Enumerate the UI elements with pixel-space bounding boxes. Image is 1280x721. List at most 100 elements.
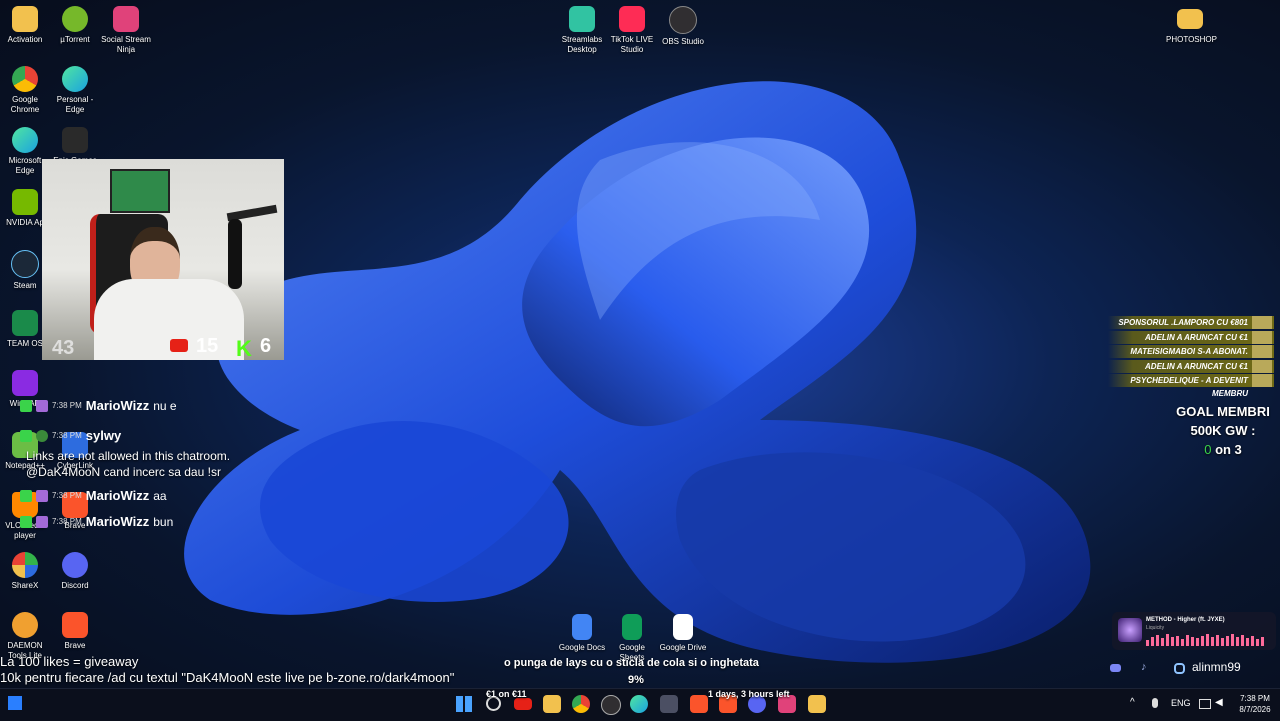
streamlabs-icon bbox=[569, 6, 595, 32]
event-text: ADELIN A ARUNCAT CU €1 bbox=[1145, 361, 1248, 371]
desktop-icon-brave-2[interactable]: Brave bbox=[50, 612, 100, 651]
team-os-icon bbox=[12, 310, 38, 336]
chat-user: MarioWizz bbox=[85, 514, 150, 529]
desktop-icon-activation[interactable]: Activation bbox=[0, 6, 50, 45]
event-item: SPONSORUL .LAMPORO CU €801 bbox=[1108, 316, 1274, 329]
chat-text: bun bbox=[153, 514, 174, 529]
goal-timer: 1 days, 3 hours left bbox=[708, 689, 790, 699]
promo-text: 10k pentru fiecare /ad cu textul "DaK4Mo… bbox=[0, 670, 455, 685]
desktop-icon-google-sheets[interactable]: Google Sheets bbox=[608, 614, 656, 663]
desktop-icon-streamlabs[interactable]: Streamlabs Desktop bbox=[558, 6, 606, 55]
photoshop-taskbar-icon[interactable] bbox=[808, 695, 826, 713]
chat-message: 7:38 PM MarioWizz aa bbox=[20, 488, 167, 503]
event-text: SPONSORUL .LAMPORO CU €801 bbox=[1118, 318, 1248, 327]
desktop-icon-social-stream-ninja[interactable]: Social Stream Ninja bbox=[100, 6, 152, 55]
nvidia-icon bbox=[12, 189, 38, 215]
app-taskbar-icon[interactable] bbox=[660, 695, 678, 713]
kick-badge-icon bbox=[20, 515, 32, 528]
steam-icon bbox=[11, 250, 39, 278]
event-thumbnail bbox=[1252, 359, 1272, 373]
chat-user: sylwy bbox=[85, 428, 122, 443]
chat-message: 7:38 PM sylwy bbox=[20, 428, 125, 443]
pinned-goal-percent: 9% bbox=[628, 674, 644, 686]
webcam-person-body bbox=[94, 279, 244, 360]
brave-icon bbox=[62, 612, 88, 638]
obs-icon bbox=[669, 6, 697, 34]
chrome-taskbar-icon[interactable] bbox=[572, 695, 590, 713]
kick-viewer-count: 6 bbox=[260, 335, 272, 357]
social-stream-ninja-icon bbox=[113, 6, 139, 32]
desktop-icon-personal-edge[interactable]: Personal - Edge bbox=[50, 66, 100, 115]
desktop-icon-sharex[interactable]: ShareX bbox=[0, 552, 50, 591]
chat-user: MarioWizz bbox=[85, 488, 150, 503]
desktop-icon-google-chrome[interactable]: Google Chrome bbox=[0, 66, 50, 115]
event-item: PSYCHEDELIQUE - A DEVENIT MEMBRU bbox=[1108, 374, 1274, 398]
desktop-icon-discord[interactable]: Discord bbox=[50, 552, 100, 591]
album-art-icon bbox=[1118, 618, 1142, 642]
viewer-count: 43 bbox=[52, 337, 75, 359]
brave-taskbar-icon[interactable] bbox=[690, 695, 708, 713]
sharex-icon bbox=[12, 552, 38, 578]
now-playing-widget: METHOD - Higher (ft. JYXE) Liquicity bbox=[1112, 612, 1276, 650]
chat-text: aa bbox=[153, 488, 167, 503]
event-item: ADELIN A ARUNCAT CU €1 bbox=[1108, 330, 1274, 344]
track-title: METHOD - Higher (ft. JYXE) bbox=[1146, 617, 1225, 623]
chrome-icon bbox=[12, 66, 38, 92]
event-thumbnail bbox=[1252, 374, 1272, 388]
folder-icon bbox=[12, 6, 38, 32]
desktop-icon-obs-studio[interactable]: OBS Studio bbox=[659, 6, 707, 47]
edge-icon bbox=[12, 127, 38, 153]
language-indicator[interactable]: ENG bbox=[1171, 698, 1191, 708]
folder-icon bbox=[1177, 9, 1203, 29]
google-drive-icon bbox=[673, 614, 693, 640]
chat-time: 7:38 PM bbox=[52, 517, 82, 526]
chat-time: 7:38 PM bbox=[52, 401, 82, 410]
chat-time: 7:38 PM bbox=[52, 491, 82, 500]
volume-icon[interactable]: ◀ bbox=[1215, 697, 1223, 708]
chat-message: 7:38 PM MarioWizz nu e bbox=[20, 398, 177, 413]
goal-current: 0 bbox=[1204, 442, 1212, 457]
start-button-windows-icon[interactable] bbox=[456, 696, 472, 712]
subscriber-badge-icon bbox=[36, 429, 48, 442]
desktop-icon-tiktok-live-studio[interactable]: TikTok LIVE Studio bbox=[608, 6, 656, 55]
event-text: ADELIN A ARUNCAT CU €1 bbox=[1145, 332, 1248, 342]
stream-events-overlay: SPONSORUL .LAMPORO CU €801 ADELIN A ARUN… bbox=[1108, 316, 1274, 398]
obs-taskbar-icon[interactable] bbox=[601, 695, 621, 715]
pinned-goal-message: o punga de lays cu o sticla de cola si o… bbox=[504, 657, 759, 669]
event-text: MATEISIGMABOI S-A ABONAT. bbox=[1130, 347, 1248, 357]
system-clock[interactable]: 7:38 PM 8/7/2026 bbox=[1232, 693, 1278, 715]
webcam-overlay: 43 15 K 6 bbox=[42, 159, 284, 360]
goal-progress: 0 on 3 bbox=[1168, 440, 1278, 459]
chat-system-message: @DaK4MooN cand incerc sa dau !sr bbox=[26, 465, 221, 479]
event-item: MATEISIGMABOI S-A ABONAT. bbox=[1108, 345, 1274, 359]
youtube-viewer-count: 15 bbox=[196, 335, 219, 357]
edge-icon bbox=[62, 66, 88, 92]
desktop-icon-google-docs[interactable]: Google Docs bbox=[558, 614, 606, 653]
audio-visualizer bbox=[1146, 634, 1264, 646]
daemon-tools-icon bbox=[12, 612, 38, 638]
discord-icon bbox=[1110, 664, 1121, 672]
clock-date: 8/7/2026 bbox=[1239, 705, 1271, 714]
google-docs-icon bbox=[572, 614, 592, 640]
winrar-icon bbox=[12, 370, 38, 396]
giveaway-text: La 100 likes = giveaway bbox=[0, 654, 139, 669]
kick-icon: K bbox=[236, 336, 252, 360]
chat-message: 7:38 PM MarioWizz bun bbox=[20, 514, 173, 529]
edge-taskbar-icon[interactable] bbox=[630, 695, 648, 713]
network-icon[interactable] bbox=[1199, 699, 1211, 709]
kick-badge-icon bbox=[20, 429, 32, 442]
desktop-icon-photoshop-folder[interactable]: PHOTOSHOP bbox=[1166, 6, 1217, 45]
tiktok-icon: ♪ bbox=[1141, 661, 1147, 673]
desktop-icon-google-drive[interactable]: Google Drive bbox=[659, 614, 707, 653]
goal-subtitle: 500K GW : bbox=[1190, 423, 1256, 438]
file-explorer-icon[interactable] bbox=[543, 695, 561, 713]
desktop-icon-utorrent[interactable]: µTorrent bbox=[50, 6, 100, 45]
instagram-icon bbox=[1174, 663, 1185, 674]
chat-time: 7:38 PM bbox=[52, 431, 82, 440]
microphone-icon[interactable] bbox=[1152, 698, 1158, 708]
youtube-taskbar-icon[interactable] bbox=[514, 698, 532, 710]
start-menu-overlay-icon[interactable] bbox=[8, 696, 22, 710]
tray-chevron-up-icon[interactable]: ^ bbox=[1130, 697, 1135, 708]
webcam-wall-tv bbox=[110, 169, 170, 213]
chat-system-message: Links are not allowed in this chatroom. bbox=[26, 449, 231, 463]
